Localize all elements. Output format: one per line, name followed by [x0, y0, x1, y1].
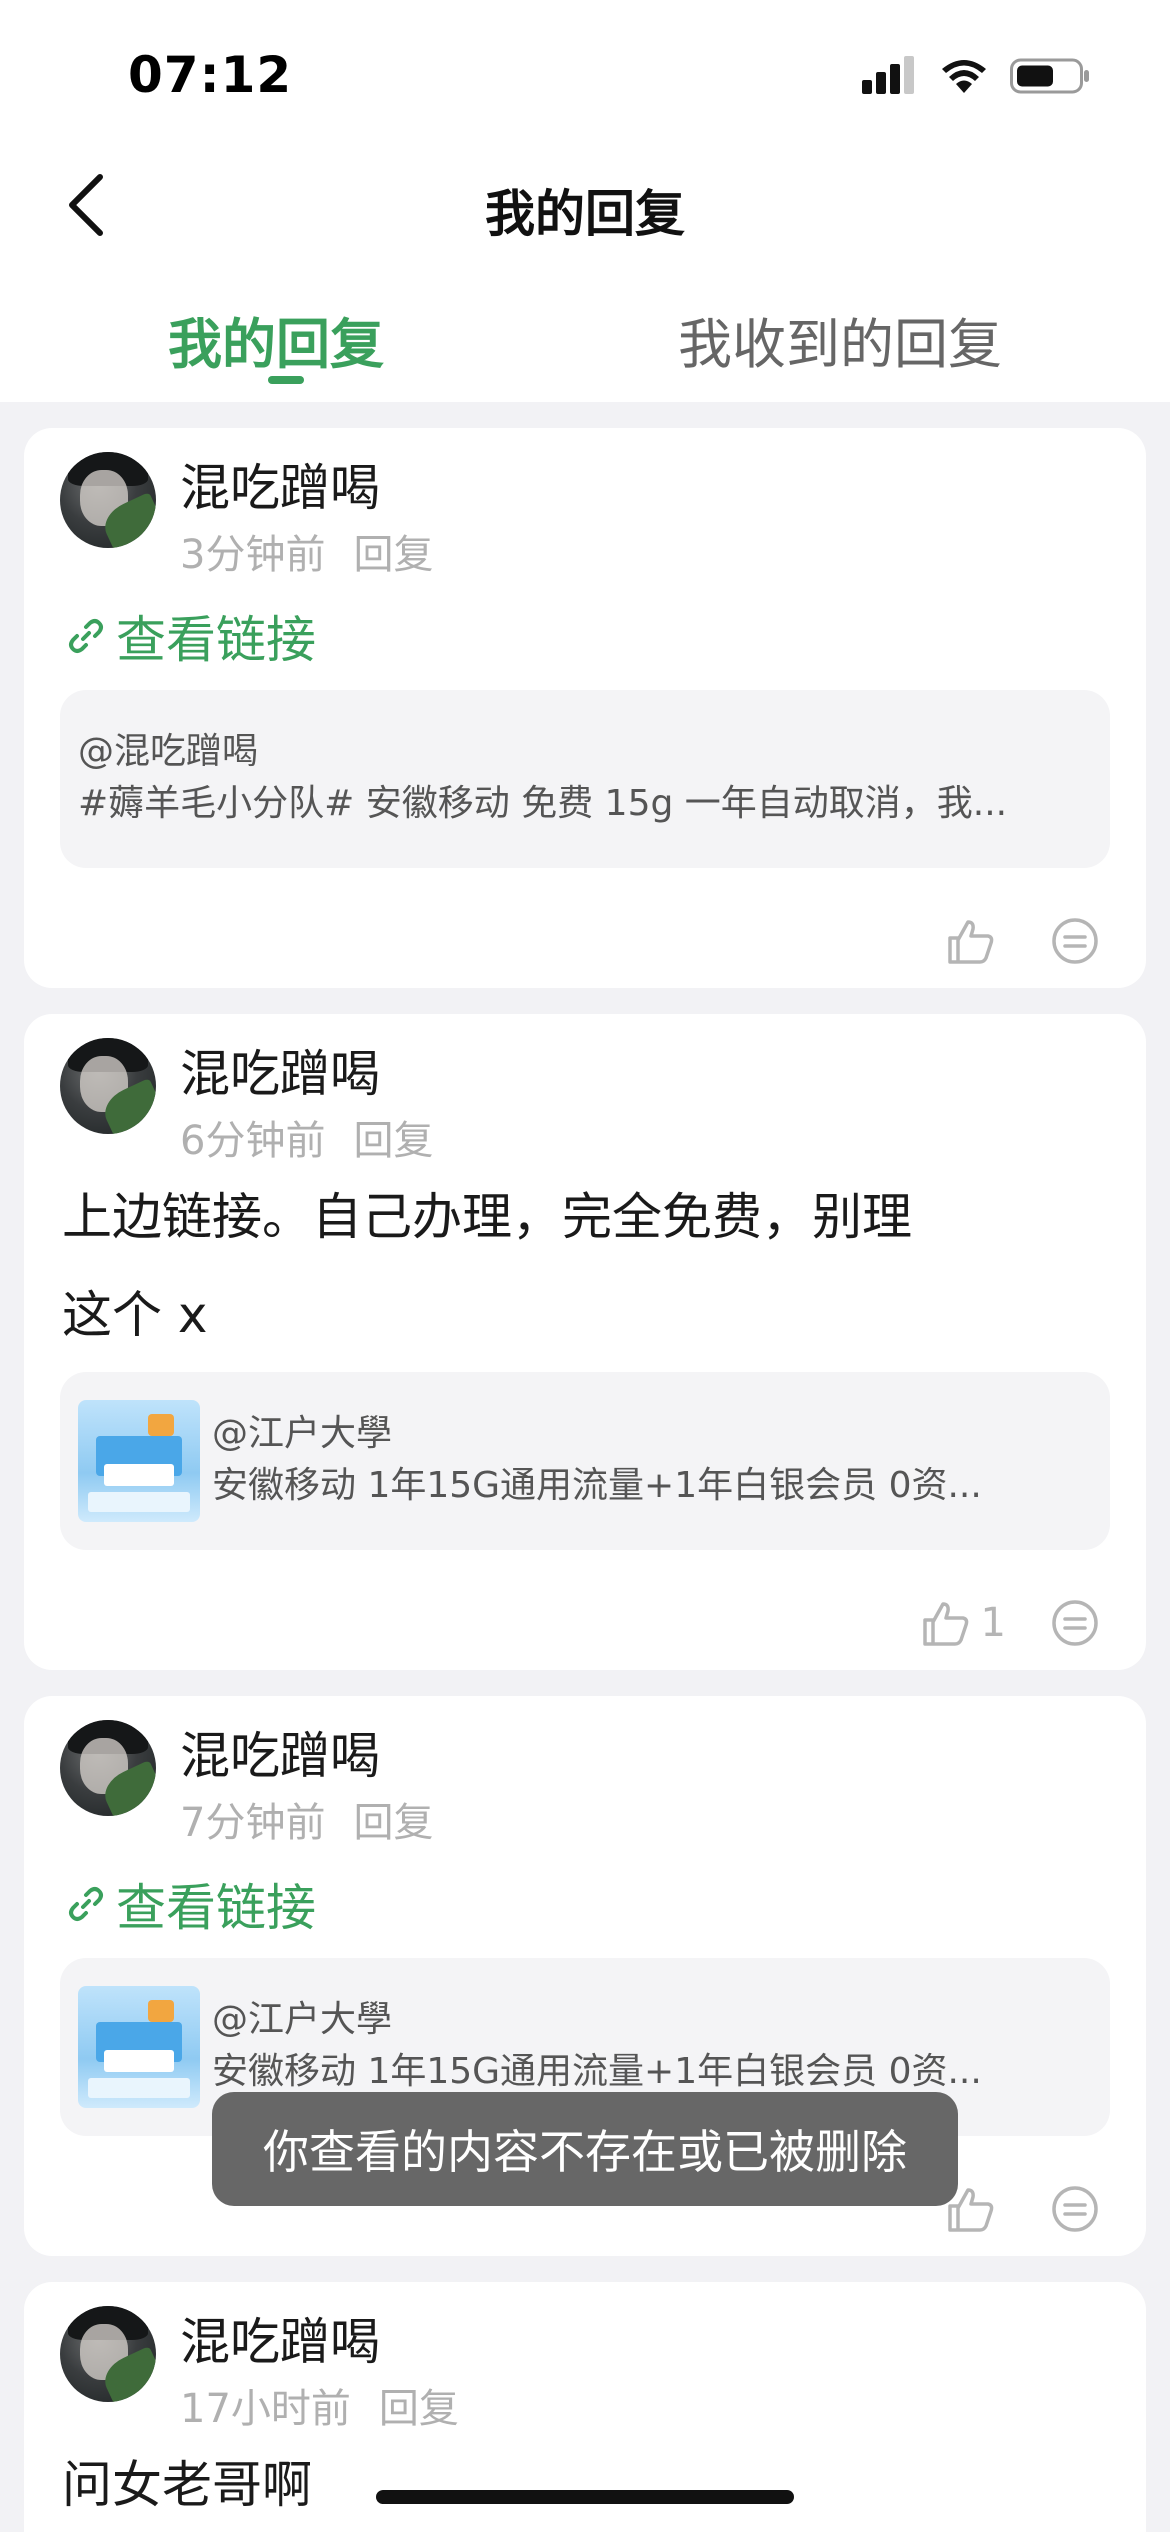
quote-thumbnail: [78, 1986, 200, 2108]
quote-thumbnail: [78, 1400, 200, 1522]
status-bar: 07:12: [0, 0, 1170, 140]
page-title: 我的回复: [485, 185, 685, 243]
comment-icon[interactable]: [1050, 916, 1100, 966]
view-link-label: 查看链接: [116, 611, 316, 669]
reply-time: 3分钟前: [180, 532, 326, 578]
quote-text: 安徽移动 1年15G通用流量+1年白银会员 0资...: [212, 1465, 982, 1506]
reply-time: 7分钟前: [180, 1800, 326, 1846]
reply-body: 上边链接。自己办理，完全免费，别理 这个 x: [62, 1168, 1108, 1364]
reply-action-label: 回复: [353, 532, 434, 578]
quote-text: 安徽移动 1年15G通用流量+1年白银会员 0资...: [212, 2051, 982, 2092]
username[interactable]: 混吃蹭喝: [180, 2302, 380, 2374]
avatar[interactable]: [60, 1038, 156, 1134]
reply-action-label: 回复: [353, 1800, 434, 1846]
comment-icon[interactable]: [1050, 1598, 1100, 1648]
avatar[interactable]: [60, 452, 156, 548]
tab-bar: 我的回复 我收到的回复: [0, 270, 1170, 402]
wifi-icon: [942, 60, 986, 93]
reply-meta: 7分钟前 回复: [180, 1790, 433, 1848]
like-button[interactable]: [946, 916, 1006, 966]
reply-meta: 6分钟前 回复: [180, 1108, 433, 1166]
status-icons: [862, 56, 1090, 96]
username[interactable]: 混吃蹭喝: [180, 1034, 380, 1106]
reply-body-line: 这个 x: [62, 1286, 208, 1344]
username[interactable]: 混吃蹭喝: [180, 448, 380, 520]
like-button[interactable]: 1: [921, 1598, 1006, 1648]
quoted-post[interactable]: @混吃蹭喝 #薅羊毛小分队# 安徽移动 免费 15g 一年自动取消，我...: [60, 690, 1110, 868]
card-actions: [946, 2184, 1100, 2234]
username[interactable]: 混吃蹭喝: [180, 1716, 380, 1788]
cellular-signal-icon: [862, 56, 914, 94]
reply-card[interactable]: 混吃蹭喝 3分钟前 回复 查看链接 @混吃蹭喝 #薅羊毛小分队# 安徽移动 免费…: [24, 428, 1146, 988]
reply-body-line: 上边链接。自己办理，完全免费，别理: [62, 1188, 912, 1246]
quote-user: @江户大學: [212, 1413, 393, 1454]
reply-body-line: 问女老哥啊: [62, 2456, 312, 2514]
view-link[interactable]: 查看链接: [66, 1868, 316, 1940]
reply-time: 6分钟前: [180, 1118, 326, 1164]
link-icon: [69, 619, 103, 653]
avatar[interactable]: [60, 1720, 156, 1816]
reply-meta: 3分钟前 回复: [180, 522, 433, 580]
link-icon: [69, 1887, 103, 1921]
quote-user: @江户大學: [212, 1999, 393, 2040]
quote-user: @混吃蹭喝: [78, 731, 259, 772]
tab-received-replies[interactable]: 我收到的回复: [678, 300, 1002, 379]
reply-body: 问女老哥啊: [62, 2436, 1108, 2532]
card-actions: [946, 916, 1100, 966]
screen: 07:12 我的回复 我的回复 我收到的回复 混吃蹭喝 3分钟前 回复 查看链接…: [0, 0, 1170, 2532]
tab-my-replies[interactable]: 我的回复: [168, 300, 384, 379]
battery-icon: [1010, 58, 1089, 94]
reply-action-label: 回复: [378, 2386, 459, 2432]
thumbs-up-icon: [922, 1602, 968, 1646]
avatar[interactable]: [60, 2306, 156, 2402]
view-link[interactable]: 查看链接: [66, 600, 316, 672]
status-time: 07:12: [128, 46, 293, 104]
home-indicator[interactable]: [376, 2490, 794, 2504]
reply-time: 17小时前: [180, 2386, 351, 2432]
like-count: 1: [980, 1600, 1006, 1646]
thumbs-up-icon: [948, 920, 994, 964]
tab-active-indicator: [268, 376, 304, 384]
quoted-post[interactable]: @江户大學 安徽移动 1年15G通用流量+1年白银会员 0资...: [60, 1372, 1110, 1550]
reply-meta: 17小时前 回复: [180, 2376, 459, 2434]
quote-text: #薅羊毛小分队# 安徽移动 免费 15g 一年自动取消，我...: [78, 783, 1008, 824]
reply-card[interactable]: 混吃蹭喝 6分钟前 回复 上边链接。自己办理，完全免费，别理 这个 x @江户大…: [24, 1014, 1146, 1670]
toast-message: 你查看的内容不存在或已被删除: [212, 2092, 958, 2206]
reply-action-label: 回复: [353, 1118, 434, 1164]
view-link-label: 查看链接: [116, 1879, 316, 1937]
card-actions: 1: [921, 1598, 1100, 1648]
comment-icon[interactable]: [1050, 2184, 1100, 2234]
nav-bar: 我的回复: [0, 140, 1170, 270]
